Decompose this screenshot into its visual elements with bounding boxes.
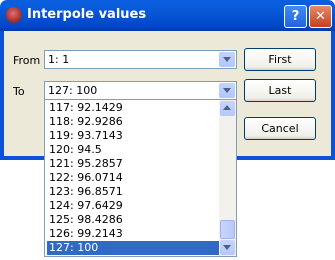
window-frame-bottom	[0, 156, 44, 160]
scroll-down-icon[interactable]	[220, 240, 235, 255]
help-button[interactable]: ?	[284, 5, 307, 28]
window-frame-bottom-right	[237, 156, 335, 160]
from-combobox[interactable]: 1: 1	[44, 50, 237, 69]
dropdown-option[interactable]: 124: 97.6429	[47, 199, 221, 213]
to-dropdown-list[interactable]: 117: 92.1429 118: 92.9286 119: 93.7143 120:…	[44, 99, 237, 257]
to-combobox[interactable]: 127: 100	[44, 81, 237, 100]
dropdown-option[interactable]: 121: 95.2857	[47, 157, 221, 171]
close-button[interactable]: ✕	[309, 5, 332, 28]
chevron-down-icon[interactable]	[219, 83, 235, 98]
first-button[interactable]: First	[244, 48, 316, 71]
chevron-down-icon[interactable]	[219, 52, 235, 67]
vertical-scrollbar[interactable]	[219, 100, 236, 256]
to-label: To	[13, 85, 25, 98]
last-button[interactable]: Last	[244, 79, 316, 102]
dropdown-option[interactable]: 119: 93.7143	[47, 129, 221, 143]
dropdown-option[interactable]: 127: 100	[47, 241, 221, 255]
to-value: 127: 100	[48, 84, 98, 97]
from-value: 1: 1	[48, 53, 70, 66]
title-bar: Interpole values ? ✕	[0, 0, 335, 31]
dropdown-option[interactable]: 125: 98.4286	[47, 213, 221, 227]
scroll-up-icon[interactable]	[220, 101, 235, 116]
dropdown-option[interactable]: 120: 94.5	[47, 143, 221, 157]
app-icon	[6, 7, 22, 23]
dropdown-option[interactable]: 126: 99.2143	[47, 227, 221, 241]
window-frame-right	[331, 31, 335, 156]
dropdown-option[interactable]: 123: 96.8571	[47, 185, 221, 199]
scroll-thumb[interactable]	[220, 220, 235, 239]
from-label: From	[13, 54, 41, 67]
interpole-values-dialog: Interpole values ? ✕ From 1: 1 To 127: 1…	[0, 0, 335, 260]
dropdown-option[interactable]: 117: 92.1429	[47, 101, 221, 115]
cancel-button[interactable]: Cancel	[244, 117, 316, 140]
dropdown-option[interactable]: 118: 92.9286	[47, 115, 221, 129]
window-title: Interpole values	[27, 7, 147, 22]
dropdown-option[interactable]: 122: 96.0714	[47, 171, 221, 185]
